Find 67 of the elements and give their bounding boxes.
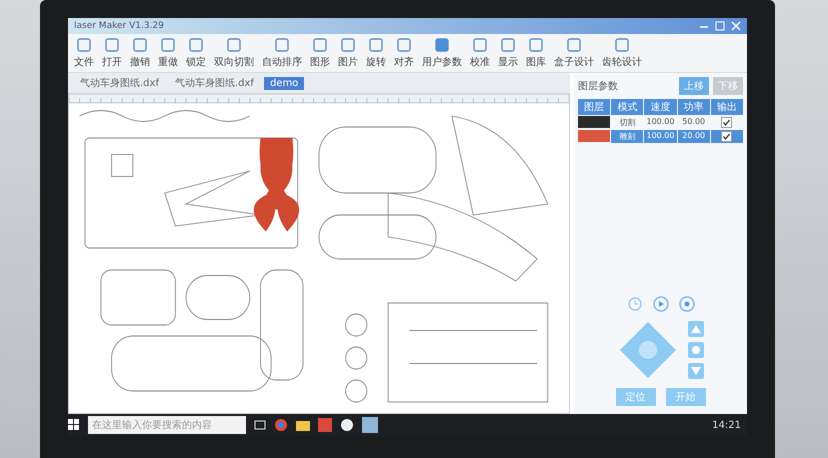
tool-icon xyxy=(188,37,204,53)
toolbar-button[interactable]: 图片 xyxy=(338,37,358,69)
table-cell-text: 100.00 xyxy=(645,116,676,128)
column-header: 功率 xyxy=(678,99,710,115)
direction-pad-icon[interactable] xyxy=(618,320,678,380)
toolbar-button[interactable]: 旋转 xyxy=(366,37,386,69)
tool-icon xyxy=(434,37,450,53)
browser-icon[interactable] xyxy=(274,418,288,432)
tool-icon xyxy=(368,37,384,53)
tool-icon xyxy=(104,37,120,53)
panel-title: 图层参数 xyxy=(578,80,619,93)
file-tab[interactable]: 气动车身图纸.dxf xyxy=(74,75,165,91)
toolbar-button[interactable]: 校准 xyxy=(470,37,490,69)
play-icon[interactable] xyxy=(652,296,668,312)
toolbar-button[interactable]: 显示 xyxy=(498,37,518,69)
maximize-icon[interactable] xyxy=(715,21,725,31)
tool-icon xyxy=(340,37,356,53)
toolbar-button[interactable]: 锁定 xyxy=(186,37,206,69)
toolbar-button[interactable]: 图库 xyxy=(526,37,546,69)
toolbar-button[interactable]: 文件 xyxy=(74,37,94,69)
tool-icon xyxy=(500,37,516,53)
file-tab[interactable]: demo xyxy=(264,76,304,90)
output-checkbox[interactable] xyxy=(721,117,732,128)
tool-icon xyxy=(226,37,242,53)
window-title: laser Maker V1.3.29 xyxy=(74,21,164,31)
table-cell-text: 切割 xyxy=(618,117,636,129)
tool-icon xyxy=(472,37,488,53)
toolbar-button[interactable]: 盒子设计 xyxy=(554,37,594,69)
toolbar-button[interactable]: 撤销 xyxy=(130,37,150,69)
output-checkbox[interactable] xyxy=(721,131,732,142)
column-header: 模式 xyxy=(611,99,644,115)
task-view-icon[interactable] xyxy=(254,419,266,431)
tool-icon xyxy=(274,37,290,53)
tool-icon xyxy=(528,37,544,53)
tool-icon xyxy=(76,37,92,53)
toolbar-button[interactable]: 对齐 xyxy=(394,37,414,69)
globe-icon[interactable] xyxy=(340,418,354,432)
layer-swatch[interactable] xyxy=(578,116,610,128)
column-header: 图层 xyxy=(578,99,610,115)
toolbar-button[interactable]: 重做 xyxy=(158,37,178,69)
search-field[interactable]: 在这里输入你要搜索的内容 xyxy=(88,416,246,434)
tool-icon xyxy=(566,37,582,53)
windows-start-icon[interactable] xyxy=(68,419,80,431)
column-header: 速度 xyxy=(644,99,677,115)
clock-time: 14:21 xyxy=(712,420,741,430)
stop-icon[interactable] xyxy=(678,296,694,312)
toolbar-button[interactable]: 自动排序 xyxy=(262,37,302,69)
tool-icon xyxy=(396,37,412,53)
table-cell: 雕刻 xyxy=(611,130,644,143)
circle-button-icon[interactable] xyxy=(688,342,704,358)
layer-swatch[interactable] xyxy=(578,130,610,142)
toolbar-button[interactable]: 齿轮设计 xyxy=(602,37,642,69)
tool-icon xyxy=(132,37,148,53)
column-header: 输出 xyxy=(710,99,743,115)
folder-icon[interactable] xyxy=(296,418,310,432)
toolbar-button[interactable]: 打开 xyxy=(102,37,122,69)
file-tab[interactable]: 气动车身图纸.dxf xyxy=(168,75,260,91)
toolbar-button[interactable]: 用户参数 xyxy=(422,37,462,69)
toolbar-button[interactable]: 图形 xyxy=(310,37,330,69)
toolbar-button[interactable]: 双向切割 xyxy=(214,37,254,69)
table-cell-text: 50.00 xyxy=(681,116,706,128)
tool-icon xyxy=(160,37,176,53)
table-cell: 20.00 xyxy=(678,130,710,143)
tool-icon xyxy=(614,37,630,53)
table-cell: 100.00 xyxy=(644,130,677,143)
close-icon[interactable] xyxy=(731,21,741,31)
tool-icon xyxy=(312,37,328,53)
